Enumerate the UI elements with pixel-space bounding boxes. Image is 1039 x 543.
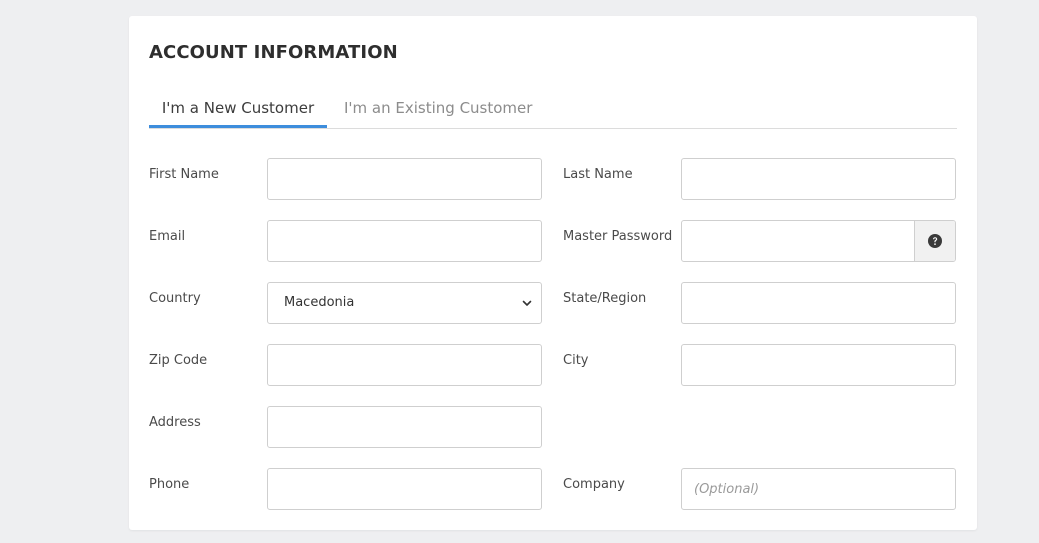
phone-label: Phone [149, 477, 190, 492]
master-password-input[interactable] [682, 221, 914, 261]
country-label: Country [149, 291, 201, 306]
company-input[interactable] [681, 468, 956, 510]
zip-code-label: Zip Code [149, 353, 208, 368]
email-input[interactable] [267, 220, 542, 262]
customer-tabs: I'm a New Customer I'm an Existing Custo… [149, 90, 957, 129]
master-password-label: Master Password [563, 229, 673, 244]
zip-code-input[interactable] [267, 344, 542, 386]
country-select[interactable]: Macedonia [267, 282, 542, 324]
section-title: ACCOUNT INFORMATION [149, 42, 398, 63]
chevron-down-icon [522, 300, 532, 306]
address-input[interactable] [267, 406, 542, 448]
tab-new-customer[interactable]: I'm a New Customer [149, 90, 327, 128]
first-name-label: First Name [149, 167, 219, 182]
city-label: City [563, 353, 589, 368]
master-password-group [681, 220, 956, 262]
state-region-input[interactable] [681, 282, 956, 324]
last-name-input[interactable] [681, 158, 956, 200]
state-region-label: State/Region [563, 291, 647, 306]
tab-existing-customer[interactable]: I'm an Existing Customer [344, 90, 532, 128]
first-name-input[interactable] [267, 158, 542, 200]
last-name-label: Last Name [563, 167, 633, 182]
address-label: Address [149, 415, 201, 430]
country-selected-value: Macedonia [284, 295, 355, 310]
city-input[interactable] [681, 344, 956, 386]
company-label: Company [563, 477, 625, 492]
question-circle-icon [928, 234, 942, 248]
phone-input[interactable] [267, 468, 542, 510]
password-help-button[interactable] [914, 221, 955, 261]
email-label: Email [149, 229, 186, 244]
account-information-card: ACCOUNT INFORMATION I'm a New Customer I… [129, 16, 977, 530]
